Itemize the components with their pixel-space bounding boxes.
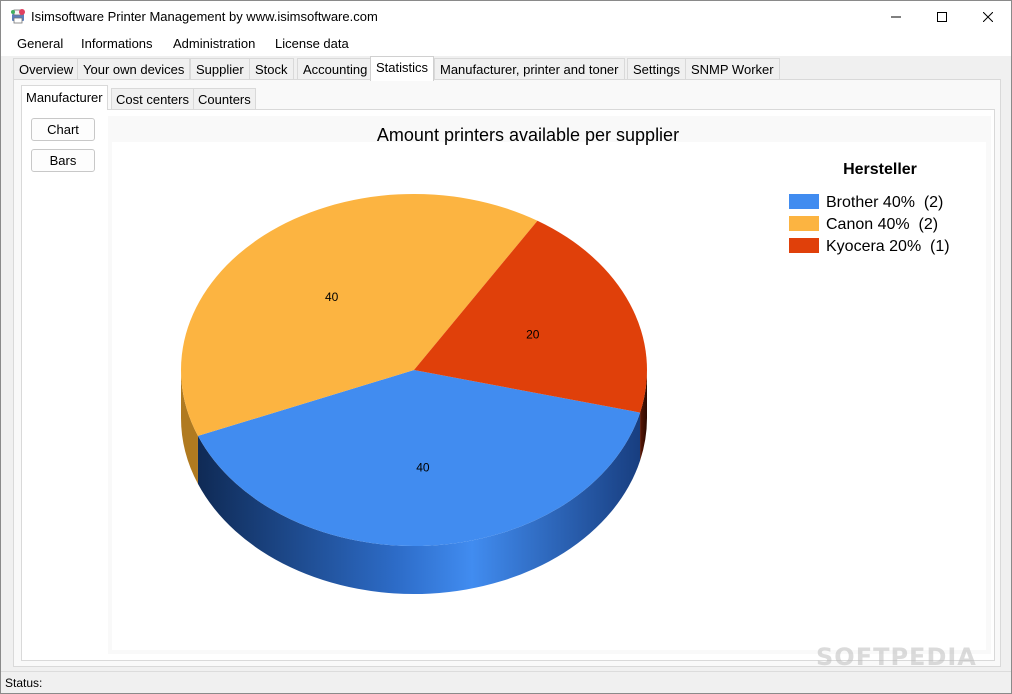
chart-button[interactable]: Chart [31,118,95,141]
legend-item-canon: Canon 40% (2) [826,216,938,233]
softpedia-watermark: SOFTPEDIA [816,643,977,671]
tab-your-own-devices[interactable]: Your own devices [77,58,191,80]
close-button[interactable] [965,1,1011,32]
subtab-cost-centers[interactable]: Cost centers [111,88,194,109]
minimize-icon [891,16,901,17]
menu-administration[interactable]: Administration [173,36,255,51]
slice-label-canon: 40 [325,290,339,304]
tab-snmp-worker[interactable]: SNMP Worker [685,58,780,80]
subtab-counters[interactable]: Counters [193,88,256,109]
menu-informations[interactable]: Informations [81,36,153,51]
slice-label-brother: 40 [416,461,430,475]
legend-title: Hersteller [843,161,917,178]
subtab-manufacturer[interactable]: Manufacturer [21,85,108,110]
menu-general[interactable]: General [17,36,63,51]
legend-item-brother: Brother 40% (2) [826,194,943,211]
menu-bar: General Informations Administration Lice… [1,32,1011,56]
status-label: Status: [5,676,43,690]
statistics-panel: Manufacturer Cost centers Counters Chart… [13,79,1001,667]
maximize-icon [937,11,947,22]
tab-overview[interactable]: Overview [13,58,80,80]
bars-button[interactable]: Bars [31,149,95,172]
tab-manufacturer-printer-toner[interactable]: Manufacturer, printer and toner [434,58,625,80]
app-window: Isimsoftware Printer Management by www.i… [0,0,1012,694]
pie-chart: Amount printers available per supplier 4… [112,125,986,650]
slice-label-kyocera: 20 [526,328,540,342]
tab-settings[interactable]: Settings [627,58,686,80]
tab-statistics[interactable]: Statistics [370,56,435,81]
title-bar: Isimsoftware Printer Management by www.i… [1,1,1011,32]
chart-title: Amount printers available per supplier [377,125,679,145]
manufacturer-panel: Chart Bars Amount printers available per… [21,109,995,661]
maximize-button[interactable] [919,1,965,32]
menu-license-data[interactable]: License data [275,36,349,51]
main-tab-bar: Overview Your own devices Supplier Stock… [1,56,1011,81]
tab-accounting[interactable]: Accounting [297,58,374,80]
tab-stock[interactable]: Stock [249,58,294,80]
printer-app-icon [11,9,25,24]
pie-chart-area: Amount printers available per supplier 4… [108,116,991,654]
legend-swatch-canon [789,216,819,231]
tab-supplier[interactable]: Supplier [190,58,250,80]
minimize-button[interactable] [873,1,919,32]
close-icon [983,11,993,22]
legend-swatch-kyocera [789,238,819,253]
legend-swatch-brother [789,194,819,209]
legend-item-kyocera: Kyocera 20% (1) [826,238,950,255]
window-title: Isimsoftware Printer Management by www.i… [31,9,378,24]
status-bar: Status: [1,671,1011,693]
